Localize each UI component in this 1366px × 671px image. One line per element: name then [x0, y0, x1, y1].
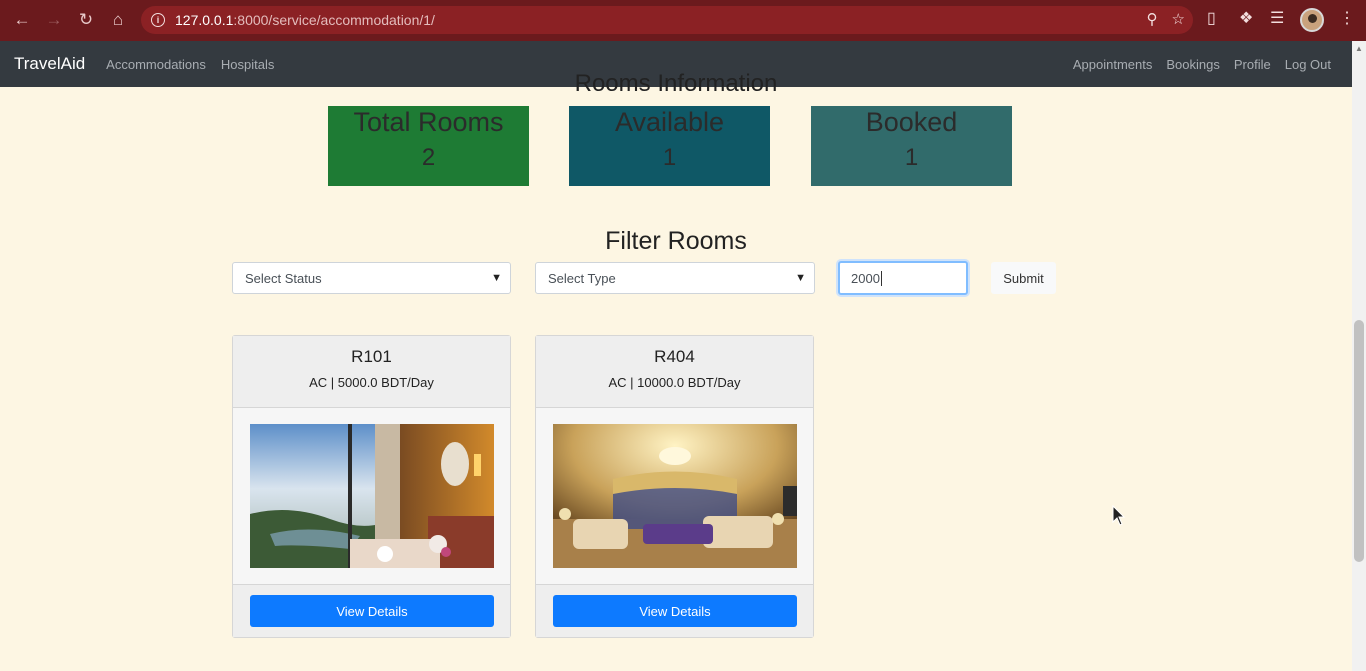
extensions-puzzle-icon[interactable]: ❖ — [1239, 8, 1253, 28]
room-card: R404 AC | 10000.0 BDT/Day View Details — [535, 335, 814, 638]
room-name: R404 — [654, 347, 695, 366]
page-scrollbar[interactable]: ▲ — [1352, 41, 1366, 671]
card-footer: View Details — [536, 584, 813, 637]
room-photo — [250, 424, 494, 568]
room-photo — [553, 424, 797, 568]
media-queue-icon[interactable]: ☰ — [1270, 8, 1284, 28]
stat-total-rooms: Total Rooms 2 — [328, 106, 529, 186]
kebab-menu-icon[interactable]: ⋮ — [1339, 8, 1355, 28]
site-info-icon[interactable]: i — [151, 13, 165, 27]
type-select-value: Select Type — [548, 270, 616, 286]
browser-toolbar: ← → ↻ ⌂ i 127.0.0.1:8000/service/accommo… — [0, 0, 1366, 41]
mouse-cursor-icon — [1112, 505, 1126, 526]
stat-label: Total Rooms — [353, 107, 504, 137]
stat-value: 2 — [421, 144, 436, 171]
stat-value: 1 — [904, 144, 919, 171]
submit-button[interactable]: Submit — [991, 262, 1056, 294]
text-caret — [880, 270, 882, 286]
price-input-value: 2000 — [851, 270, 880, 286]
scroll-up-arrow-icon[interactable]: ▲ — [1355, 44, 1363, 53]
view-details-button[interactable]: View Details — [553, 595, 797, 627]
stat-label: Booked — [865, 107, 958, 137]
forward-arrow-icon[interactable]: → — [38, 4, 70, 36]
chevron-down-icon: ▼ — [795, 272, 806, 284]
reading-mode-icon[interactable]: ▯ — [1207, 8, 1216, 28]
status-select-value: Select Status — [245, 270, 322, 286]
url-host: 127.0.0.1 — [175, 12, 234, 28]
status-select[interactable]: Select Status ▼ — [232, 262, 511, 294]
price-input[interactable]: 2000 — [838, 261, 968, 295]
zoom-icon[interactable]: ⚲ — [1147, 10, 1158, 28]
back-arrow-icon[interactable]: ← — [6, 4, 38, 36]
card-header: R101 AC | 5000.0 BDT/Day — [233, 336, 510, 408]
room-details: AC | 5000.0 BDT/Day — [309, 375, 434, 390]
scrollbar-thumb[interactable] — [1354, 320, 1364, 562]
url-path: :8000/service/accommodation/1/ — [233, 12, 435, 28]
chevron-down-icon: ▼ — [491, 272, 502, 284]
room-details: AC | 10000.0 BDT/Day — [608, 375, 741, 390]
rooms-info-title: Rooms Information — [574, 70, 778, 97]
type-select[interactable]: Select Type ▼ — [535, 262, 815, 294]
room-card: R101 AC | 5000.0 BDT/Day View Details — [232, 335, 511, 638]
reload-icon[interactable]: ↻ — [70, 4, 102, 36]
stat-booked: Booked 1 — [811, 106, 1012, 186]
card-footer: View Details — [233, 584, 510, 637]
stat-label: Available — [614, 107, 725, 137]
card-header: R404 AC | 10000.0 BDT/Day — [536, 336, 813, 408]
stat-available: Available 1 — [569, 106, 770, 186]
room-name: R101 — [351, 347, 392, 366]
address-bar[interactable]: i 127.0.0.1:8000/service/accommodation/1… — [141, 6, 1193, 34]
bookmark-star-icon[interactable]: ☆ — [1172, 10, 1185, 28]
home-icon[interactable]: ⌂ — [102, 4, 134, 36]
profile-avatar[interactable] — [1300, 8, 1324, 32]
stat-value: 1 — [662, 144, 677, 171]
filter-title: Filter Rooms — [605, 227, 747, 255]
view-details-button[interactable]: View Details — [250, 595, 494, 627]
